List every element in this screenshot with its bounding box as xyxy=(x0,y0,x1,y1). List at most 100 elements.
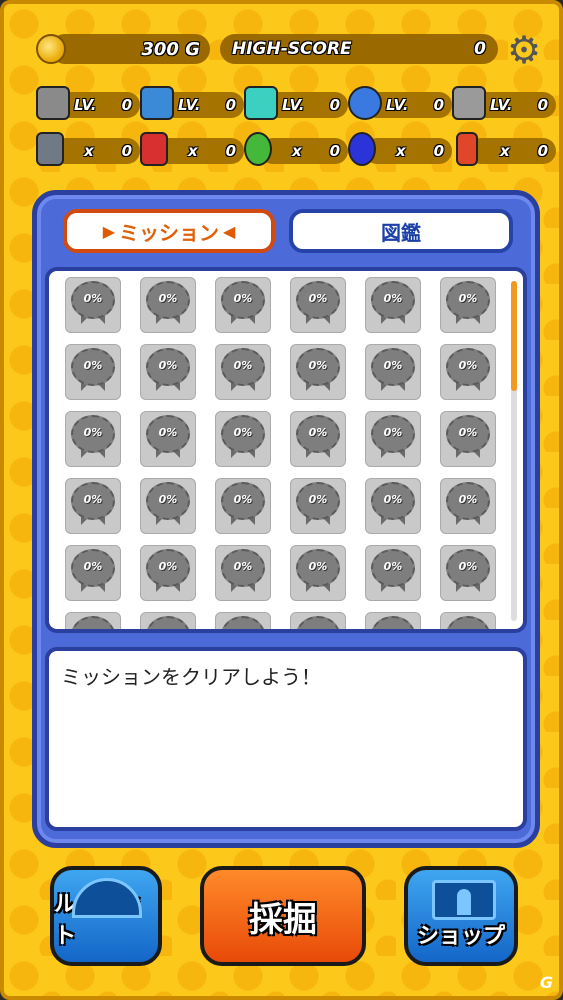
medal-cell[interactable]: 0% xyxy=(215,411,271,467)
mine-button[interactable]: 採掘 xyxy=(200,866,366,966)
level-value: 0 xyxy=(225,96,236,114)
medal-cell[interactable]: 0% xyxy=(365,545,421,601)
medal-cell[interactable]: 0% xyxy=(65,277,121,333)
item-label: x xyxy=(500,142,510,160)
medal-cell[interactable]: 0% xyxy=(440,277,496,333)
medal-cell[interactable]: 0% xyxy=(290,344,346,400)
medal-icon xyxy=(146,616,190,629)
medal-cell[interactable]: 0% xyxy=(365,277,421,333)
medal-percent: 0% xyxy=(216,627,270,629)
medal-percent: 0% xyxy=(158,493,178,506)
medal-percent: 0% xyxy=(441,627,495,629)
medal-cell[interactable]: 0% xyxy=(215,277,271,333)
medal-cell[interactable]: 0% xyxy=(65,612,121,629)
medal-percent: 0% xyxy=(233,359,253,372)
item-label: x xyxy=(188,142,198,160)
mission-panel: ▶ ミッション ◀ 図鑑 0% 0% 0% 0% 0% 0% 0% 0% 0% 0% 0% 0% 0% 0… xyxy=(32,190,540,848)
scrollbar-thumb[interactable] xyxy=(511,281,517,391)
medal-cell[interactable]: 0% xyxy=(440,478,496,534)
medal-cell[interactable]: 0% xyxy=(365,344,421,400)
medal-cell[interactable]: 0% xyxy=(440,612,496,629)
medal-cell[interactable]: 0% xyxy=(215,478,271,534)
item-label: x xyxy=(292,142,302,160)
medal-cell[interactable]: 0% xyxy=(65,545,121,601)
item-label: x xyxy=(84,142,94,160)
level-label: LV. xyxy=(178,96,201,114)
medal-percent: 0% xyxy=(233,292,253,305)
triangle-right-icon: ▶ xyxy=(102,221,115,241)
medal-icon xyxy=(221,616,265,629)
medal-cell[interactable]: 0% xyxy=(365,411,421,467)
red-bag-icon xyxy=(140,132,168,166)
high-score-label: HIGH-SCORE xyxy=(232,39,352,59)
medal-cell[interactable]: 0% xyxy=(140,478,196,534)
game-frame: 300 G HIGH-SCORE 0 ⚙ LV. 0 LV. 0 LV. 0 LV. 0… xyxy=(0,0,563,1000)
tab-encyclopedia-label: 図鑑 xyxy=(381,220,421,245)
medal-percent: 0% xyxy=(366,627,420,629)
medal-cell[interactable]: 0% xyxy=(140,612,196,629)
medal-percent: 0% xyxy=(158,359,178,372)
watermark-logo: G xyxy=(540,973,553,992)
roulette-button[interactable]: ルーレット xyxy=(50,866,162,966)
watermark-text: G xyxy=(539,973,553,992)
gold-amount: 300 G xyxy=(141,38,200,60)
medal-cell[interactable]: 0% xyxy=(440,545,496,601)
medal-percent: 0% xyxy=(458,560,478,573)
tab-encyclopedia[interactable]: 図鑑 xyxy=(289,209,513,253)
high-score-value: 0 xyxy=(474,39,486,59)
description-text: ミッションをクリアしよう！ xyxy=(61,665,321,689)
level-value: 0 xyxy=(329,96,340,114)
medal-percent: 0% xyxy=(383,292,403,305)
medal-cell[interactable]: 0% xyxy=(290,277,346,333)
medal-cell[interactable]: 0% xyxy=(215,612,271,629)
medal-percent: 0% xyxy=(83,359,103,372)
medal-cell[interactable]: 0% xyxy=(290,411,346,467)
coin-icon xyxy=(36,34,66,64)
medal-cell[interactable]: 0% xyxy=(290,478,346,534)
medal-percent: 0% xyxy=(458,292,478,305)
item-value: 0 xyxy=(225,142,236,160)
medal-percent: 0% xyxy=(66,627,120,629)
mission-description: ミッションをクリアしよう！ xyxy=(45,647,527,831)
tab-mission[interactable]: ▶ ミッション ◀ xyxy=(63,209,275,253)
medal-cell[interactable]: 0% xyxy=(65,411,121,467)
medal-cell[interactable]: 0% xyxy=(440,344,496,400)
medal-cell[interactable]: 0% xyxy=(65,478,121,534)
medal-grid[interactable]: 0% 0% 0% 0% 0% 0% 0% 0% 0% 0% 0% 0% 0% 0% 0% 0% 0% 0% 0% 0%… xyxy=(45,267,527,633)
medal-cell[interactable]: 0% xyxy=(290,545,346,601)
item-value: 0 xyxy=(329,142,340,160)
shop-button[interactable]: ショップ xyxy=(404,866,518,966)
medal-percent: 0% xyxy=(291,627,345,629)
medal-percent: 0% xyxy=(308,292,328,305)
item-value: 0 xyxy=(433,142,444,160)
gear-icon[interactable]: ⚙ xyxy=(504,30,544,70)
medal-cell[interactable]: 0% xyxy=(440,411,496,467)
medal-cell[interactable]: 0% xyxy=(65,344,121,400)
medal-percent: 0% xyxy=(383,359,403,372)
medal-percent: 0% xyxy=(158,426,178,439)
green-orb-icon xyxy=(244,132,272,166)
medal-cell[interactable]: 0% xyxy=(365,478,421,534)
medal-percent: 0% xyxy=(83,426,103,439)
medal-percent: 0% xyxy=(233,493,253,506)
medal-cell[interactable]: 0% xyxy=(140,411,196,467)
medal-cell[interactable]: 0% xyxy=(290,612,346,629)
medal-cell[interactable]: 0% xyxy=(215,344,271,400)
medal-percent: 0% xyxy=(383,493,403,506)
medal-icon xyxy=(371,616,415,629)
medal-percent: 0% xyxy=(158,292,178,305)
fan-icon xyxy=(348,86,382,120)
medal-cell[interactable]: 0% xyxy=(365,612,421,629)
medal-percent: 0% xyxy=(308,359,328,372)
medal-percent: 0% xyxy=(383,426,403,439)
medal-cell[interactable]: 0% xyxy=(140,344,196,400)
medal-cell[interactable]: 0% xyxy=(140,545,196,601)
medal-percent: 0% xyxy=(308,493,328,506)
medal-icon xyxy=(71,616,115,629)
roulette-icon xyxy=(72,878,142,918)
medal-cell[interactable]: 0% xyxy=(140,277,196,333)
medal-icon xyxy=(446,616,490,629)
medal-percent: 0% xyxy=(141,627,195,629)
medal-percent: 0% xyxy=(458,493,478,506)
medal-cell[interactable]: 0% xyxy=(215,545,271,601)
